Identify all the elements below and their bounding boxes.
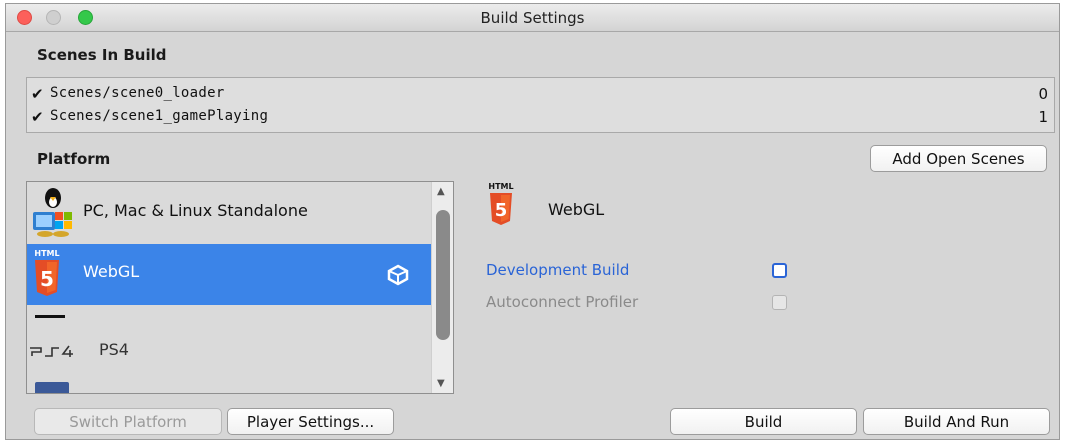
platform-item-ps4[interactable]: PS4 [27, 320, 432, 378]
xbox-icon-fragment [35, 315, 65, 318]
scene-index: 1 [1038, 108, 1048, 126]
scenes-list: ✔ Scenes/scene0_loader 0 ✔ Scenes/scene1… [26, 77, 1055, 133]
development-build-checkbox[interactable] [772, 263, 787, 278]
unity-logo-icon [387, 264, 409, 286]
platform-item-standalone[interactable]: PC, Mac & Linux Standalone [27, 182, 432, 244]
scrollbar-thumb[interactable] [436, 210, 450, 340]
build-button[interactable]: Build [670, 408, 857, 435]
platform-list: PC, Mac & Linux Standalone HTML 5 WebGL [26, 181, 454, 394]
platform-item-label: WebGL [83, 262, 140, 281]
build-and-run-button[interactable]: Build And Run [863, 408, 1050, 435]
pc-mac-linux-icon [33, 188, 72, 237]
ps4-logo-icon [30, 345, 73, 357]
scroll-down-arrow-icon[interactable]: ▼ [437, 378, 445, 389]
switch-platform-button[interactable]: Switch Platform [34, 408, 222, 435]
platform-list-scrollbar[interactable]: ▲ ▼ [431, 182, 453, 393]
build-settings-window: Build Settings Scenes In Build ✔ Scenes/… [5, 3, 1060, 440]
html5-badge-text: HTML [488, 182, 513, 191]
platform-item-label: PS4 [99, 340, 129, 359]
webgl-html5-icon: HTML 5 [488, 182, 514, 225]
svg-text:5: 5 [495, 200, 508, 221]
platform-heading: Platform [37, 150, 111, 168]
platform-item-webgl[interactable]: HTML 5 WebGL [27, 244, 432, 305]
autoconnect-profiler-checkbox[interactable] [772, 295, 787, 310]
scene-row[interactable]: ✔ Scenes/scene0_loader 0 [31, 84, 1048, 106]
platform-item-label: PC, Mac & Linux Standalone [83, 201, 308, 220]
scene-path: Scenes/scene1_gamePlaying [50, 108, 269, 124]
scene-checkbox-checked-icon[interactable]: ✔ [31, 109, 47, 125]
scene-path: Scenes/scene0_loader [50, 85, 225, 101]
html5-icon: HTML 5 [34, 249, 60, 296]
title-bar: Build Settings [6, 4, 1059, 32]
scene-checkbox-checked-icon[interactable]: ✔ [31, 86, 47, 102]
development-build-label: Development Build [486, 261, 630, 279]
scroll-up-arrow-icon[interactable]: ▲ [437, 186, 445, 197]
window-title: Build Settings [480, 9, 585, 27]
facebook-icon-fragment [35, 382, 69, 393]
scenes-in-build-heading: Scenes In Build [37, 46, 167, 64]
scene-row[interactable]: ✔ Scenes/scene1_gamePlaying 1 [31, 107, 1048, 129]
player-settings-button[interactable]: Player Settings... [227, 408, 394, 435]
selected-platform-title: WebGL [548, 200, 605, 219]
autoconnect-profiler-label: Autoconnect Profiler [486, 293, 639, 311]
scene-index: 0 [1038, 85, 1048, 103]
html5-badge-text: HTML [34, 249, 59, 258]
svg-text:5: 5 [40, 267, 54, 291]
add-open-scenes-button[interactable]: Add Open Scenes [870, 145, 1047, 172]
